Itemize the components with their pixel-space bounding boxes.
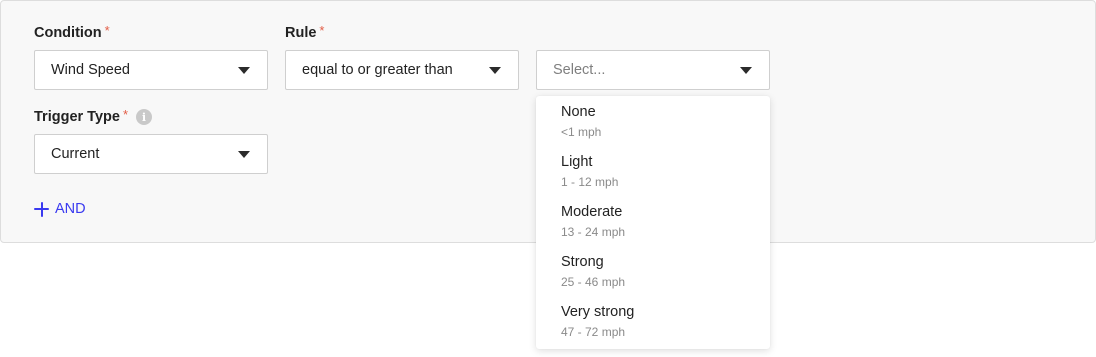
option-name: None (561, 104, 596, 120)
rule-label-text: Rule (285, 25, 317, 41)
info-icon[interactable]: i (136, 109, 153, 125)
option-range: <1 mph (561, 125, 602, 139)
threshold-option-none[interactable]: None <1 mph (536, 96, 770, 146)
rule-select[interactable]: equal to or greater than (285, 50, 519, 90)
trigger-type-select[interactable]: Current (34, 134, 268, 174)
option-range: 25 - 46 mph (561, 275, 626, 289)
threshold-option-strong[interactable]: Strong 25 - 46 mph (536, 246, 770, 296)
chevron-down-icon (238, 150, 250, 158)
option-name: Very strong (561, 304, 635, 320)
add-and-condition-button[interactable]: AND (34, 201, 86, 217)
chevron-down-icon (238, 66, 250, 74)
required-mark: * (104, 22, 110, 38)
option-name: Light (561, 154, 593, 170)
trigger-type-label: Trigger Type * i (34, 106, 153, 126)
rule-select-value: equal to or greater than (302, 62, 453, 78)
condition-select-value: Wind Speed (51, 62, 130, 78)
option-name: Strong (561, 254, 604, 270)
condition-label-text: Condition (34, 25, 102, 41)
threshold-option-light[interactable]: Light 1 - 12 mph (536, 146, 770, 196)
add-and-label: AND (55, 201, 86, 217)
option-name: Moderate (561, 204, 623, 220)
chevron-down-icon (489, 66, 501, 74)
threshold-dropdown-menu: None <1 mph Light 1 - 12 mph Moderate 13… (536, 96, 770, 349)
threshold-option-very-strong[interactable]: Very strong 47 - 72 mph (536, 296, 770, 346)
required-mark: * (319, 22, 325, 38)
option-range: 47 - 72 mph (561, 325, 626, 339)
threshold-option-moderate[interactable]: Moderate 13 - 24 mph (536, 196, 770, 246)
threshold-select[interactable]: Select... (536, 50, 770, 90)
option-range: 1 - 12 mph (561, 175, 619, 189)
option-range: 13 - 24 mph (561, 225, 626, 239)
threshold-select-placeholder: Select... (553, 62, 606, 78)
trigger-type-label-text: Trigger Type (34, 109, 120, 125)
rule-label: Rule * (285, 22, 325, 42)
plus-icon (34, 201, 49, 217)
trigger-type-select-value: Current (51, 146, 100, 162)
required-mark: * (122, 106, 129, 122)
condition-label: Condition * (34, 22, 110, 42)
chevron-down-icon (740, 66, 752, 74)
condition-select[interactable]: Wind Speed (34, 50, 268, 90)
